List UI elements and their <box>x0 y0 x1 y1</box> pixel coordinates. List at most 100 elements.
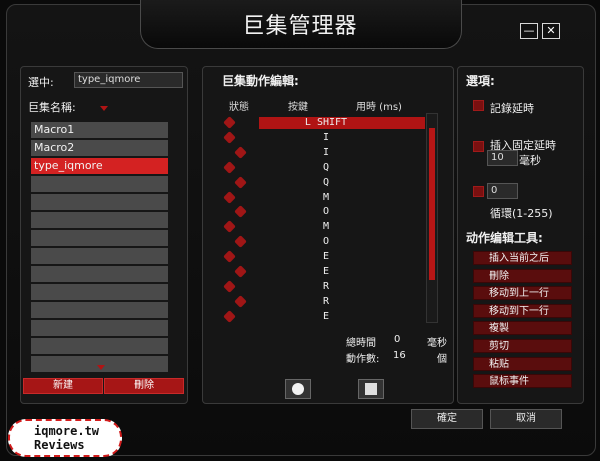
key-up-icon <box>234 175 247 189</box>
key-down-icon <box>223 131 236 144</box>
key-down-icon <box>223 280 236 293</box>
delete-macro-button[interactable]: 刪除 <box>104 378 184 394</box>
event-key: R <box>322 280 330 292</box>
options-title: 選項: <box>466 74 495 88</box>
macro-list-item[interactable] <box>31 320 168 336</box>
watermark-line1: iqmore.tw <box>34 424 100 438</box>
macro-list-item[interactable] <box>31 248 168 264</box>
macro-name-label: 巨集名稱: <box>28 101 76 114</box>
key-down-icon <box>223 160 236 174</box>
tool-button[interactable]: 粘贴 <box>473 356 572 371</box>
macro-list-item[interactable] <box>31 212 168 228</box>
event-key: E <box>322 266 330 277</box>
fixed-delay-unit: 毫秒 <box>519 154 541 167</box>
event-row[interactable]: E <box>221 265 431 279</box>
key-up-icon <box>234 265 247 278</box>
action-count-label: 動作數: <box>346 354 380 365</box>
tool-button[interactable]: 插入当前之后 <box>473 251 572 265</box>
key-down-icon <box>223 116 236 129</box>
record-button[interactable] <box>285 379 311 399</box>
macro-list[interactable]: Macro1 Macro2 type_iqmore <box>31 122 168 374</box>
key-down-icon <box>223 250 236 263</box>
event-row[interactable]: Q <box>221 175 431 190</box>
event-row[interactable]: M <box>221 190 431 205</box>
macro-list-item[interactable] <box>31 230 168 246</box>
key-up-icon <box>234 235 247 249</box>
key-down-icon <box>223 190 236 204</box>
key-up-icon <box>234 145 247 159</box>
event-row[interactable]: E <box>221 250 431 264</box>
key-down-icon <box>223 309 236 323</box>
event-row[interactable]: Q <box>221 160 431 175</box>
macro-list-item[interactable] <box>31 194 168 210</box>
tool-button[interactable]: 剪切 <box>473 339 572 353</box>
selected-macro-field[interactable]: type_iqmore <box>74 72 183 88</box>
total-time-label: 總時間 <box>346 338 376 349</box>
event-key: R <box>322 295 330 307</box>
macro-name-marker-icon <box>100 106 108 111</box>
event-key: O <box>322 206 330 218</box>
macro-list-item[interactable]: type_iqmore <box>31 158 168 174</box>
key-up-icon <box>234 294 247 308</box>
window-title: 巨集管理器 <box>242 14 358 39</box>
event-row[interactable]: O <box>221 205 431 219</box>
event-key: I <box>322 146 330 158</box>
event-key: O <box>322 236 330 248</box>
event-row[interactable]: M <box>221 220 431 234</box>
event-key: I <box>322 131 330 143</box>
macro-list-item[interactable] <box>31 284 168 300</box>
record-delay-checkbox[interactable] <box>473 100 484 111</box>
event-key: M <box>322 191 330 203</box>
minimize-button[interactable]: — <box>520 23 538 39</box>
tool-button[interactable]: 鼠标事件 <box>473 374 572 389</box>
key-up-icon <box>234 205 247 219</box>
column-time: 用時 (ms) <box>356 102 402 113</box>
macro-list-item[interactable] <box>31 302 168 318</box>
loop-input[interactable]: 0 <box>487 183 518 199</box>
event-row[interactable]: E <box>221 309 431 324</box>
event-key: E <box>322 251 330 263</box>
macro-list-item[interactable]: Macro1 <box>31 122 168 138</box>
event-key: Q <box>322 161 330 173</box>
event-row[interactable]: L SHIFT <box>221 116 431 130</box>
loop-checkbox[interactable] <box>473 186 484 197</box>
event-row[interactable]: I <box>221 145 431 160</box>
list-scroll-down-icon[interactable] <box>97 365 105 370</box>
editor-title: 巨集動作編輯: <box>222 74 299 88</box>
scrollbar-thumb[interactable] <box>429 128 435 280</box>
fixed-delay-input[interactable]: 10 <box>487 150 518 166</box>
fixed-delay-checkbox[interactable] <box>473 141 484 152</box>
macro-list-item[interactable] <box>31 266 168 282</box>
selected-label: 選中: <box>28 76 54 89</box>
watermark-line2: Reviews <box>34 438 85 452</box>
macro-list-item[interactable]: Macro2 <box>31 140 168 156</box>
record-circle-icon <box>292 383 304 395</box>
event-row[interactable]: I <box>221 131 431 145</box>
title-bar: 巨集管理器 — ✕ <box>0 0 600 52</box>
tool-button[interactable]: 刪除 <box>473 268 572 283</box>
event-row[interactable]: O <box>221 235 431 249</box>
total-time-value: 0 <box>394 334 401 345</box>
tool-button[interactable]: 移动到下一行 <box>473 303 572 318</box>
stop-button[interactable] <box>358 379 384 399</box>
tool-button[interactable]: 移动到上一行 <box>473 286 572 301</box>
event-row[interactable]: R <box>221 294 431 309</box>
macro-list-item[interactable] <box>31 176 168 192</box>
action-count-value: 16 <box>393 350 406 361</box>
tool-button[interactable]: 複製 <box>473 321 572 336</box>
event-row[interactable]: R <box>221 280 431 294</box>
record-delay-label: 記錄延時 <box>490 102 534 115</box>
event-scrollbar[interactable] <box>426 113 438 323</box>
loop-label: 循環(1-255) <box>490 207 553 220</box>
column-key: 按鍵 <box>288 102 308 113</box>
close-button[interactable]: ✕ <box>542 23 560 39</box>
tools-title: 动作编辑工具: <box>466 231 543 245</box>
new-macro-button[interactable]: 新建 <box>23 378 103 394</box>
macro-list-item[interactable] <box>31 338 168 354</box>
total-time-unit: 毫秒 <box>427 338 447 349</box>
event-key: L SHIFT <box>304 117 348 128</box>
cancel-button[interactable]: 取消 <box>490 409 562 429</box>
key-down-icon <box>223 220 236 234</box>
ok-button[interactable]: 確定 <box>411 409 483 429</box>
column-status: 狀態 <box>229 102 249 113</box>
